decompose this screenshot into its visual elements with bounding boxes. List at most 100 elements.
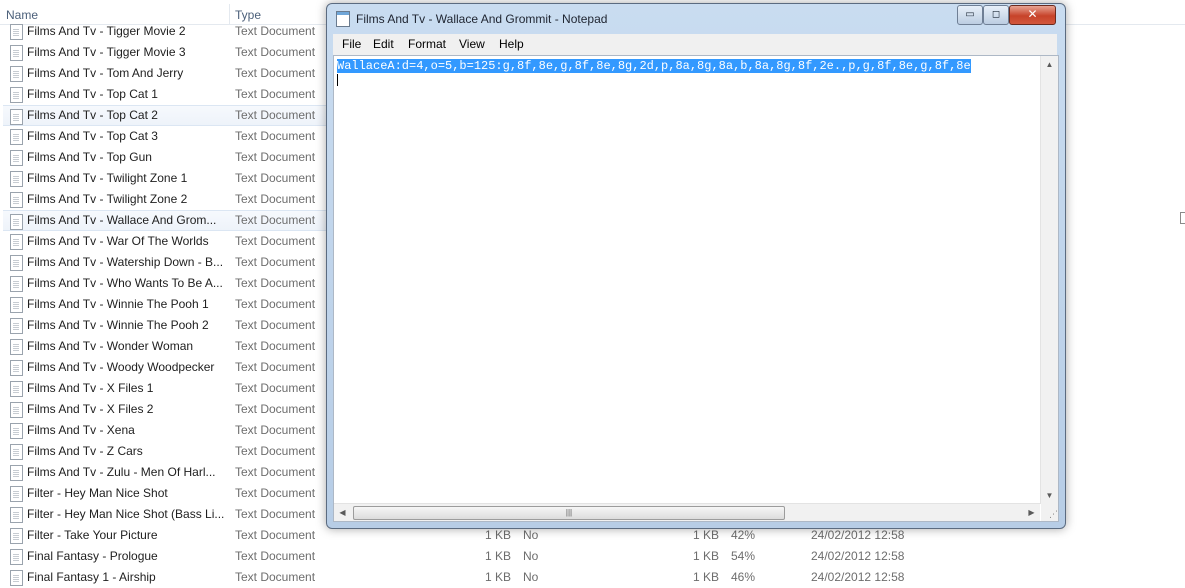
menu-file[interactable]: File [342,37,361,51]
maximize-button[interactable]: ◻ [983,5,1009,25]
close-button[interactable]: ✕ [1009,5,1056,25]
scroll-left-icon[interactable]: ◀ [334,504,351,521]
file-type: Text Document [235,318,316,332]
window-title: Films And Tv - Wallace And Grommit - Not… [356,12,608,26]
notepad-window[interactable]: Films And Tv - Wallace And Grommit - Not… [326,3,1066,529]
file-name[interactable]: Films And Tv - Tigger Movie 2 [27,21,186,42]
file-row[interactable]: Films And Tv - Wallace And Grom... Text D… [3,210,328,231]
menu-view[interactable]: View [459,37,485,51]
file-type: Text Document [235,150,316,164]
text-document-icon [10,465,23,481]
file-row[interactable]: Final Fantasy 1 - Airship Text Document 1 … [0,567,1185,588]
file-type: Text Document [235,402,316,416]
file-type: Text Document [235,486,316,500]
file-type: Text Document [235,24,316,38]
text-document-icon [10,318,23,334]
file-name[interactable]: Films And Tv - Z Cars [27,441,143,462]
file-name[interactable]: Films And Tv - X Files 1 [27,378,153,399]
text-document-icon [10,381,23,397]
file-name[interactable]: Films And Tv - Tigger Movie 3 [27,42,186,63]
file-name[interactable]: Films And Tv - Top Gun [27,147,152,168]
menu-format[interactable]: Format [408,37,446,51]
file-type: Text Document [235,255,316,269]
editor-text[interactable]: WallaceA:d=4,o=5,b=125:g,8f,8e,g,8f,8e,8… [337,58,1037,74]
file-name[interactable]: Films And Tv - Twilight Zone 2 [27,189,187,210]
file-name[interactable]: Films And Tv - X Files 2 [27,399,153,420]
file-row[interactable]: Final Fantasy - Prologue Text Document 1 K… [0,546,1185,567]
file-name[interactable]: Films And Tv - Xena [27,420,135,441]
selected-text[interactable]: WallaceA:d=4,o=5,b=125:g,8f,8e,g,8f,8e,8… [337,59,971,73]
file-packed: 1 KB [693,570,720,584]
text-document-icon [10,549,23,565]
scroll-right-icon[interactable]: ▶ [1023,504,1040,521]
file-type: Text Document [235,66,316,80]
text-document-icon [10,129,23,145]
file-type: Text Document [235,297,316,311]
notepad-title-bar[interactable]: Films And Tv - Wallace And Grommit - Not… [327,4,1065,34]
file-name[interactable]: Films And Tv - Top Cat 3 [27,126,158,147]
file-name[interactable]: Films And Tv - Who Wants To Be A... [27,273,223,294]
text-document-icon [10,528,23,544]
text-document-icon [10,109,23,125]
file-name[interactable]: Films And Tv - Top Cat 2 [27,106,158,125]
vertical-scrollbar[interactable]: ▲ ▼ [1040,56,1058,504]
text-document-icon [10,570,23,586]
file-type: Text Document [235,507,316,521]
file-name[interactable]: Films And Tv - War Of The Worlds [27,231,209,252]
file-row[interactable]: Films And Tv - Top Cat 2 Text Document [3,105,328,126]
text-document-icon [10,171,23,187]
file-name[interactable]: Films And Tv - Watership Down - B... [27,252,223,273]
scroll-up-icon[interactable]: ▲ [1041,56,1058,73]
horizontal-scroll-thumb[interactable]: ||| [353,506,785,520]
file-name[interactable]: Films And Tv - Woody Woodpecker [27,357,214,378]
file-type: Text Document [235,192,316,206]
text-document-icon [10,402,23,418]
file-type: Text Document [235,381,316,395]
file-ratio: 54% [731,549,756,563]
text-document-icon [10,87,23,103]
file-size: 1 KB [485,549,512,563]
file-name[interactable]: Films And Tv - Twilight Zone 1 [27,168,187,189]
file-ratio: 46% [731,570,756,584]
text-document-icon [10,360,23,376]
column-header-name[interactable]: Name [6,8,38,22]
file-type: Text Document [235,444,316,458]
file-name[interactable]: Final Fantasy 1 - Airship [27,567,156,588]
column-header-type[interactable]: Type [235,8,261,22]
file-name[interactable]: Films And Tv - Winnie The Pooh 1 [27,294,209,315]
resize-grip-icon[interactable]: ⋰ [1041,504,1058,521]
file-type: Text Document [235,423,316,437]
text-document-icon [10,66,23,82]
file-size: 1 KB [485,570,512,584]
file-name[interactable]: Films And Tv - Tom And Jerry [27,63,183,84]
text-document-icon [10,423,23,439]
file-name[interactable]: Films And Tv - Wonder Woman [27,336,193,357]
menu-bar: File Edit Format View Help [333,34,1057,56]
file-type: Text Document [235,171,316,185]
text-document-icon [10,276,23,292]
text-document-icon [10,255,23,271]
text-editor-area[interactable]: WallaceA:d=4,o=5,b=125:g,8f,8e,g,8f,8e,8… [333,55,1059,522]
file-date: 24/02/2012 12:58 [811,549,905,563]
file-type: Text Document [235,360,316,374]
text-document-icon [10,24,23,40]
file-name[interactable]: Films And Tv - Top Cat 1 [27,84,158,105]
file-type: Text Document [235,465,316,479]
file-name[interactable]: Films And Tv - Zulu - Men Of Harl... [27,462,215,483]
text-document-icon [10,214,23,230]
scroll-down-icon[interactable]: ▼ [1041,487,1058,504]
menu-help[interactable]: Help [499,37,524,51]
file-name[interactable]: Films And Tv - Winnie The Pooh 2 [27,315,209,336]
file-name[interactable]: Filter - Hey Man Nice Shot [27,483,168,504]
menu-edit[interactable]: Edit [373,37,394,51]
file-name[interactable]: Filter - Hey Man Nice Shot (Bass Li... [27,504,224,525]
file-type: Text Document [235,276,316,290]
file-name[interactable]: Filter - Take Your Picture [27,525,158,546]
text-document-icon [10,297,23,313]
file-name[interactable]: Final Fantasy - Prologue [27,546,158,567]
file-name[interactable]: Films And Tv - Wallace And Grom... [27,211,216,230]
horizontal-scrollbar[interactable]: ◀ ||| ▶ [334,503,1040,521]
minimize-button[interactable]: ▭ [957,5,983,25]
notepad-app-icon[interactable] [336,11,350,27]
file-type: Text Document [235,549,316,563]
